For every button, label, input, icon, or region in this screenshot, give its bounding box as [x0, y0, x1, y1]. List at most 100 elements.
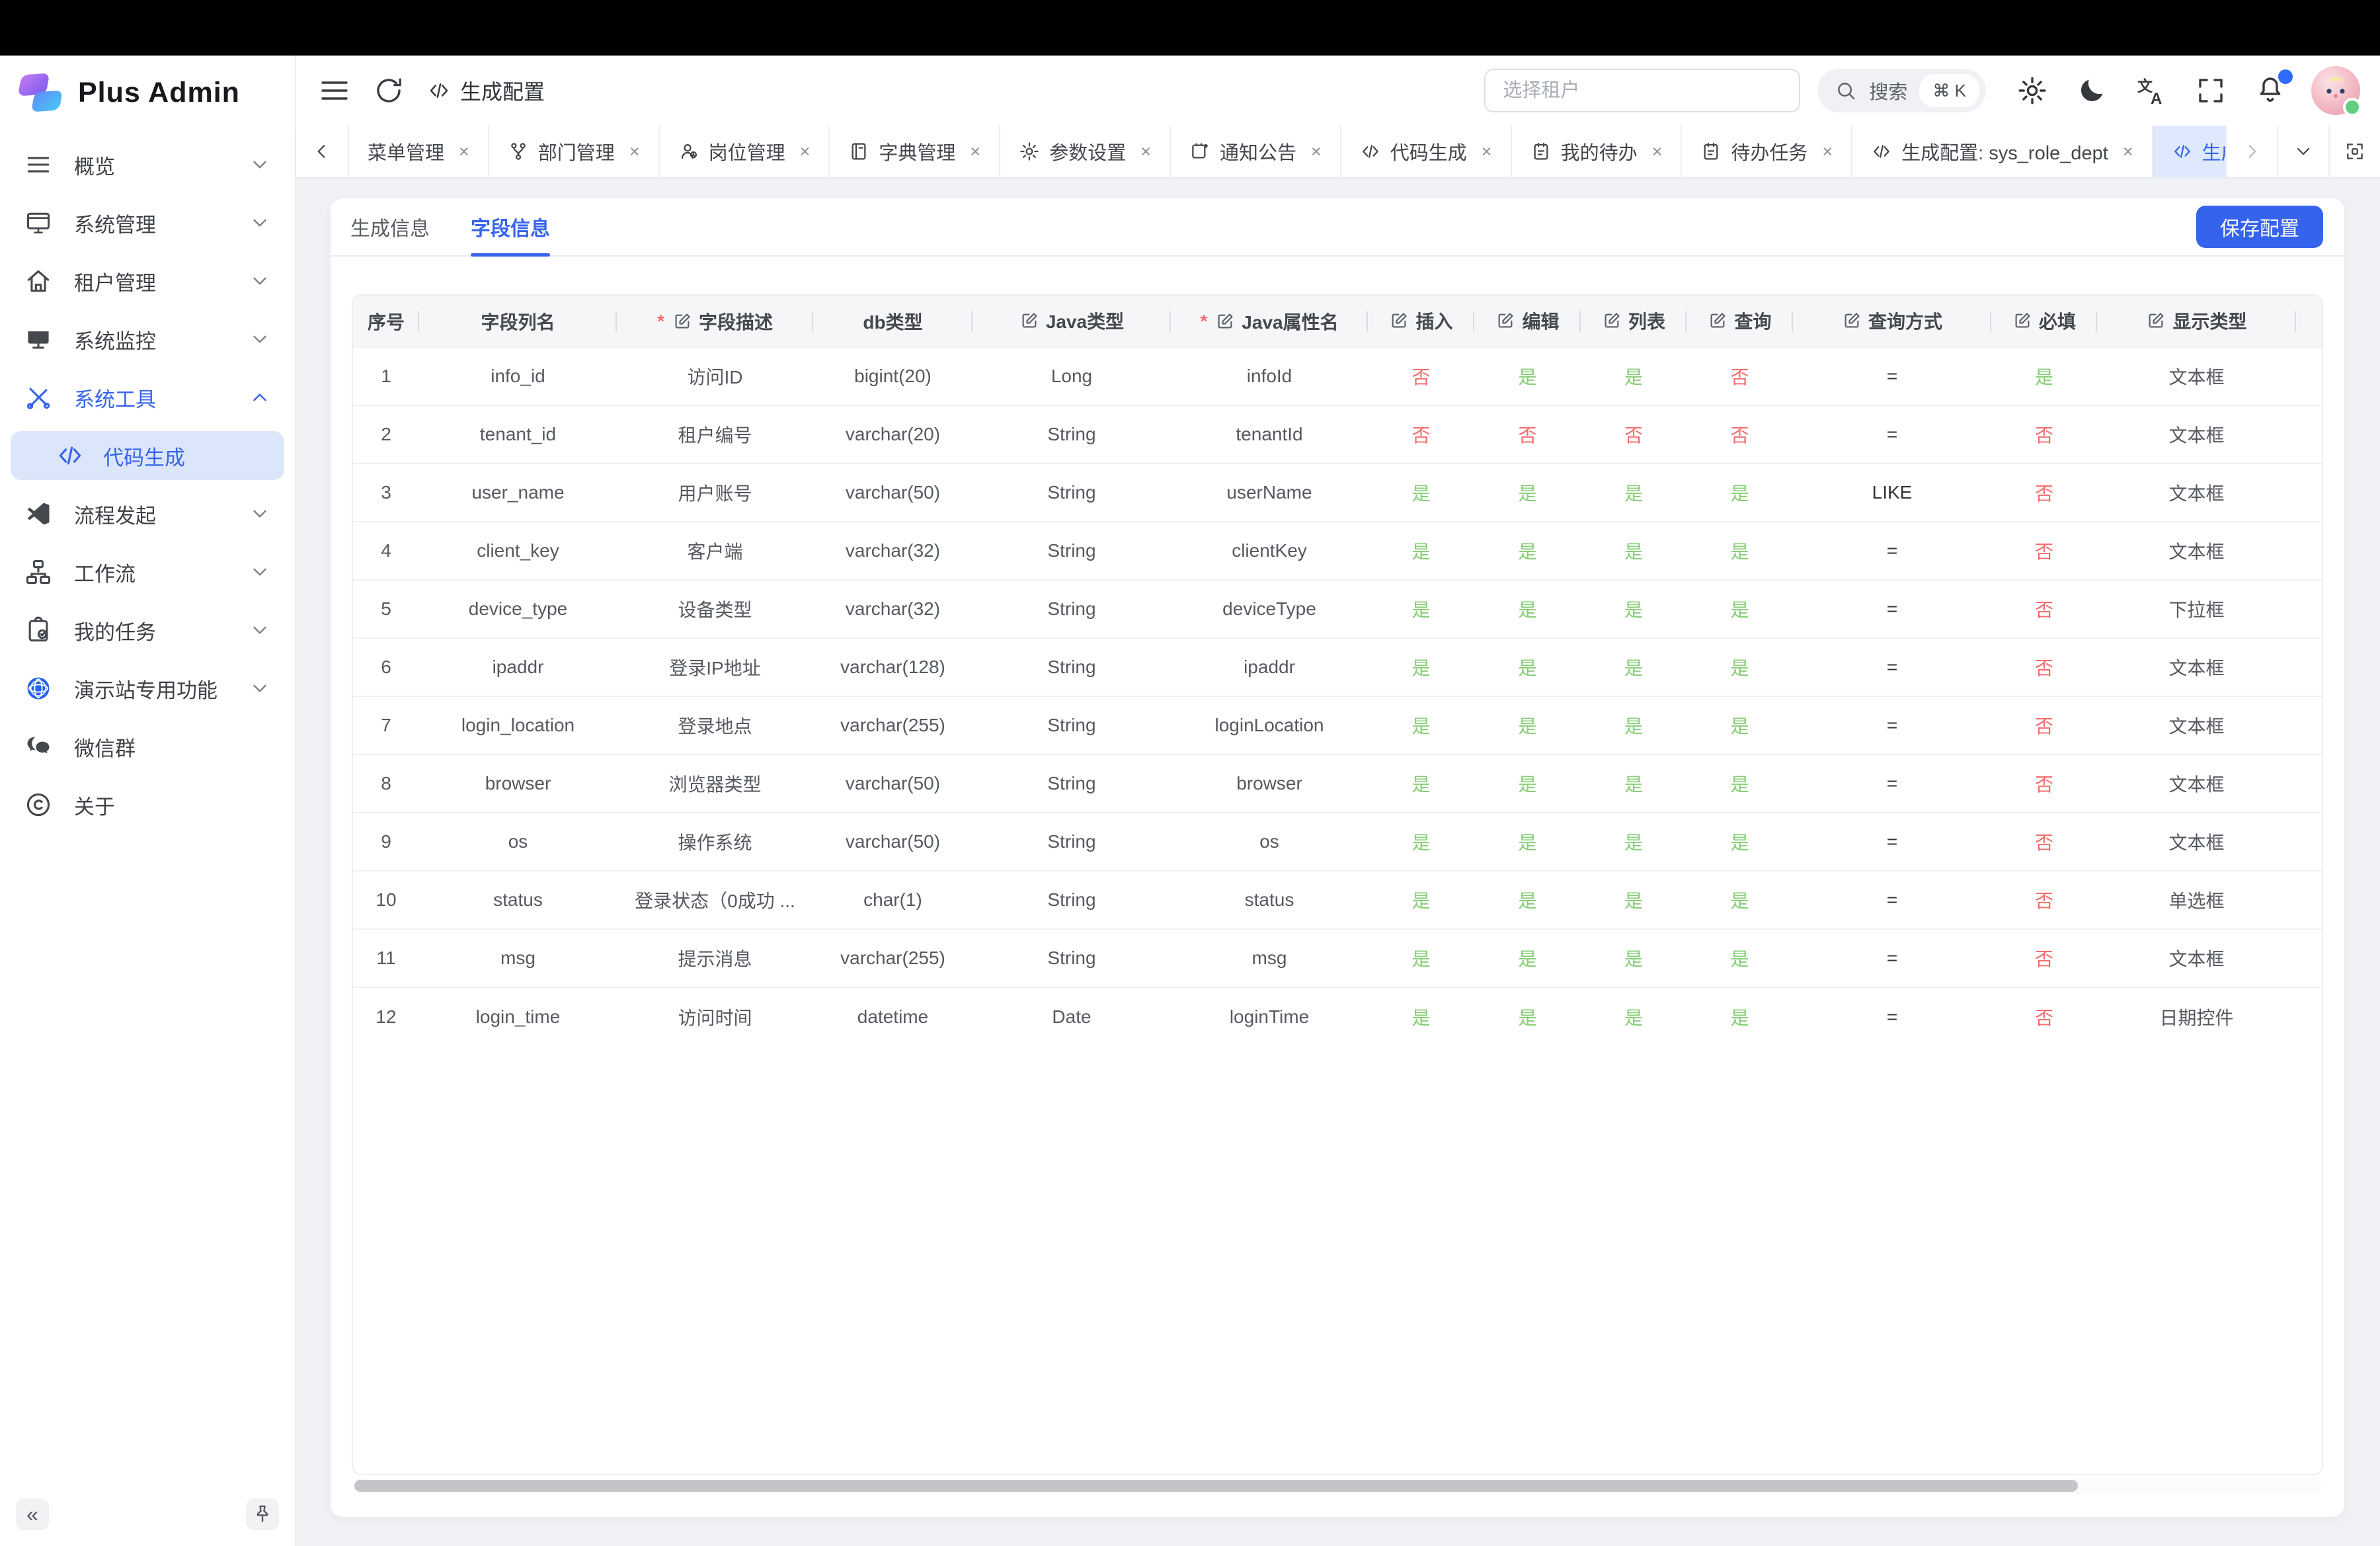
cell-required[interactable]: 否: [1991, 754, 2097, 813]
cell-list[interactable]: 是: [1581, 638, 1686, 696]
toggle-edit[interactable]: 是: [1518, 542, 1536, 562]
dark-mode-button[interactable]: [2076, 75, 2108, 106]
toggle-query[interactable]: 是: [1730, 483, 1749, 504]
collapse-sidebar-button[interactable]: «: [16, 1498, 49, 1530]
cell-edit[interactable]: 否: [1474, 405, 1581, 464]
toggle-insert[interactable]: 是: [1411, 716, 1430, 737]
toggle-insert[interactable]: 是: [1411, 658, 1430, 678]
cell-list[interactable]: 是: [1581, 987, 1686, 1045]
tab-menu-management[interactable]: 菜单管理×: [349, 126, 489, 177]
cell-required[interactable]: 是: [1991, 347, 2097, 405]
close-icon[interactable]: ×: [970, 143, 980, 161]
query-type-value[interactable]: =: [1887, 831, 1897, 852]
tab-list-menu-button[interactable]: [2277, 126, 2328, 177]
cell-required[interactable]: 否: [1991, 638, 2097, 696]
query-type-value[interactable]: =: [1887, 598, 1897, 619]
cell-query[interactable]: 是: [1686, 754, 1793, 813]
tab-param-settings[interactable]: 参数设置×: [1000, 126, 1171, 177]
toggle-query[interactable]: 是: [1730, 542, 1749, 562]
tab-generation-info[interactable]: 生成信息: [350, 198, 430, 255]
cell-query-type[interactable]: =: [1793, 522, 1991, 580]
cell-edit[interactable]: 是: [1474, 522, 1581, 580]
column-header-edit[interactable]: 编辑: [1474, 296, 1581, 347]
toggle-list[interactable]: 是: [1624, 658, 1643, 678]
cell-query-type[interactable]: =: [1793, 871, 1991, 929]
toggle-edit[interactable]: 是: [1518, 367, 1536, 387]
collapse-sidebar-button[interactable]: [319, 75, 350, 106]
cell-insert[interactable]: 是: [1368, 929, 1474, 987]
toggle-required[interactable]: 否: [2035, 658, 2053, 678]
cell-query-type[interactable]: =: [1793, 754, 1991, 813]
close-icon[interactable]: ×: [459, 143, 469, 161]
cell-insert[interactable]: 是: [1368, 987, 1474, 1045]
column-header-java-attr[interactable]: *Java属性名: [1171, 296, 1368, 347]
toggle-insert[interactable]: 是: [1411, 542, 1430, 562]
cell-list[interactable]: 是: [1581, 522, 1686, 580]
cell-list[interactable]: 是: [1581, 929, 1686, 987]
sidebar-item-wechat-group[interactable]: 微信群: [11, 722, 284, 771]
cell-required[interactable]: 否: [1991, 813, 2097, 871]
cell-required[interactable]: 否: [1991, 405, 2097, 464]
cell-insert[interactable]: 否: [1368, 405, 1474, 464]
toggle-required[interactable]: 否: [2035, 542, 2053, 562]
cell-query-type[interactable]: =: [1793, 813, 1991, 871]
toggle-edit[interactable]: 是: [1518, 1008, 1536, 1028]
cell-query-type[interactable]: =: [1793, 987, 1991, 1045]
toggle-required[interactable]: 否: [2035, 483, 2053, 504]
cell-display-type[interactable]: 文本框: [2097, 405, 2296, 464]
column-header-insert[interactable]: 插入: [1368, 296, 1474, 347]
maximize-content-button[interactable]: [2328, 126, 2380, 177]
toggle-edit[interactable]: 是: [1518, 949, 1536, 969]
tab-dept-management[interactable]: 部门管理×: [489, 126, 660, 177]
toggle-query[interactable]: 是: [1730, 658, 1749, 678]
cell-required[interactable]: 否: [1991, 871, 2097, 929]
query-type-value[interactable]: =: [1887, 1006, 1897, 1027]
cell-query[interactable]: 否: [1686, 405, 1793, 464]
cell-list[interactable]: 是: [1581, 813, 1686, 871]
toggle-required[interactable]: 否: [2035, 833, 2053, 853]
toggle-list[interactable]: 是: [1624, 891, 1643, 911]
cell-required[interactable]: 否: [1991, 929, 2097, 987]
cell-query[interactable]: 是: [1686, 696, 1793, 754]
toggle-list[interactable]: 是: [1624, 600, 1643, 620]
save-config-button[interactable]: 保存配置: [2196, 206, 2323, 248]
cell-edit[interactable]: 是: [1474, 696, 1581, 754]
close-icon[interactable]: ×: [629, 143, 640, 161]
pin-sidebar-button[interactable]: [246, 1498, 279, 1530]
toggle-required[interactable]: 否: [2035, 1008, 2053, 1028]
cell-insert[interactable]: 是: [1368, 580, 1474, 638]
toggle-list[interactable]: 是: [1624, 1008, 1643, 1028]
cell-edit[interactable]: 是: [1474, 580, 1581, 638]
cell-display-type[interactable]: 文本框: [2097, 638, 2296, 696]
sidebar-item-system-tools[interactable]: 系统工具: [11, 373, 284, 422]
query-type-value[interactable]: =: [1887, 889, 1897, 910]
sidebar-item-demo-features[interactable]: 演示站专用功能: [11, 664, 284, 713]
cell-required[interactable]: 否: [1991, 987, 2097, 1045]
toggle-list[interactable]: 否: [1624, 425, 1643, 446]
cell-query[interactable]: 是: [1686, 929, 1793, 987]
toggle-query[interactable]: 是: [1730, 600, 1749, 620]
query-type-value[interactable]: =: [1887, 424, 1897, 444]
query-type-value[interactable]: LIKE: [1872, 482, 1913, 503]
cell-insert[interactable]: 是: [1368, 813, 1474, 871]
cell-insert[interactable]: 是: [1368, 696, 1474, 754]
cell-display-type[interactable]: 文本框: [2097, 464, 2296, 522]
close-icon[interactable]: ×: [1822, 143, 1833, 161]
sidebar-item-my-tasks[interactable]: 我的任务: [11, 606, 284, 655]
sidebar-item-about[interactable]: 关于: [11, 780, 284, 829]
toggle-edit[interactable]: 是: [1518, 716, 1536, 737]
toggle-insert[interactable]: 否: [1411, 367, 1430, 387]
toggle-insert[interactable]: 是: [1411, 833, 1430, 853]
toggle-required[interactable]: 否: [2035, 891, 2053, 911]
toggle-query[interactable]: 是: [1730, 891, 1749, 911]
cell-required[interactable]: 否: [1991, 464, 2097, 522]
cell-display-type[interactable]: 文本框: [2097, 347, 2296, 405]
tenant-select-input[interactable]: [1484, 69, 1800, 112]
cell-insert[interactable]: 是: [1368, 638, 1474, 696]
toggle-list[interactable]: 是: [1624, 774, 1643, 795]
toggle-insert[interactable]: 是: [1411, 949, 1430, 969]
toggle-insert[interactable]: 是: [1411, 774, 1430, 795]
column-header-java-type[interactable]: Java类型: [972, 296, 1171, 347]
fullscreen-button[interactable]: [2195, 75, 2227, 106]
refresh-page-button[interactable]: [373, 75, 405, 106]
